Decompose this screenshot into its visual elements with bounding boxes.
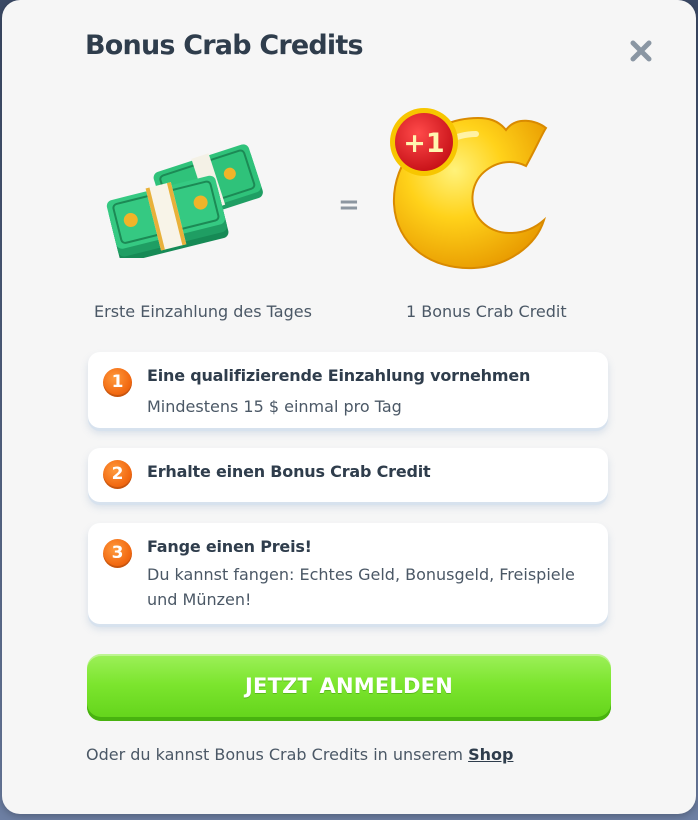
step-card-1: 1 Eine qualifizierende Einzahlung vorneh… xyxy=(88,352,608,428)
step-number-badge: 1 xyxy=(103,368,132,397)
plus-one-badge-text: +1 xyxy=(403,128,444,159)
footer-text: Oder du kannst Bonus Crab Credits in uns… xyxy=(86,745,513,764)
register-now-label: JETZT ANMELDEN xyxy=(245,674,453,698)
step-card-2: 2 Erhalte einen Bonus Crab Credit xyxy=(88,448,608,502)
step-number-badge: 2 xyxy=(103,460,132,489)
step-card-3: 3 Fange einen Preis! Du kannst fangen: E… xyxy=(88,523,608,624)
equals-sign: = xyxy=(338,190,360,220)
step-description: Mindestens 15 $ einmal pro Tag xyxy=(147,397,402,416)
crab-credit-coin-icon: +1 xyxy=(390,108,548,270)
step-title: Fange einen Preis! xyxy=(147,537,312,556)
register-now-button[interactable]: JETZT ANMELDEN xyxy=(87,654,611,721)
bonus-crab-credits-modal: Bonus Crab Credits = +1 Erste Einzahlung… xyxy=(2,0,696,814)
step-title: Eine qualifizierende Einzahlung vornehme… xyxy=(147,366,531,385)
footer-prefix: Oder du kannst Bonus Crab Credits in uns… xyxy=(86,745,469,764)
bonus-credit-caption: 1 Bonus Crab Credit xyxy=(406,302,567,321)
cash-stack-icon xyxy=(106,144,263,258)
shop-link[interactable]: Shop xyxy=(468,745,513,764)
modal-title: Bonus Crab Credits xyxy=(85,30,364,61)
step-description: Du kannst fangen: Echtes Geld, Bonusgeld… xyxy=(147,565,575,609)
step-number-badge: 3 xyxy=(103,539,132,568)
step-title: Erhalte einen Bonus Crab Credit xyxy=(147,462,431,481)
close-icon xyxy=(630,40,652,62)
first-deposit-caption: Erste Einzahlung des Tages xyxy=(94,302,312,321)
close-button[interactable] xyxy=(626,36,656,66)
